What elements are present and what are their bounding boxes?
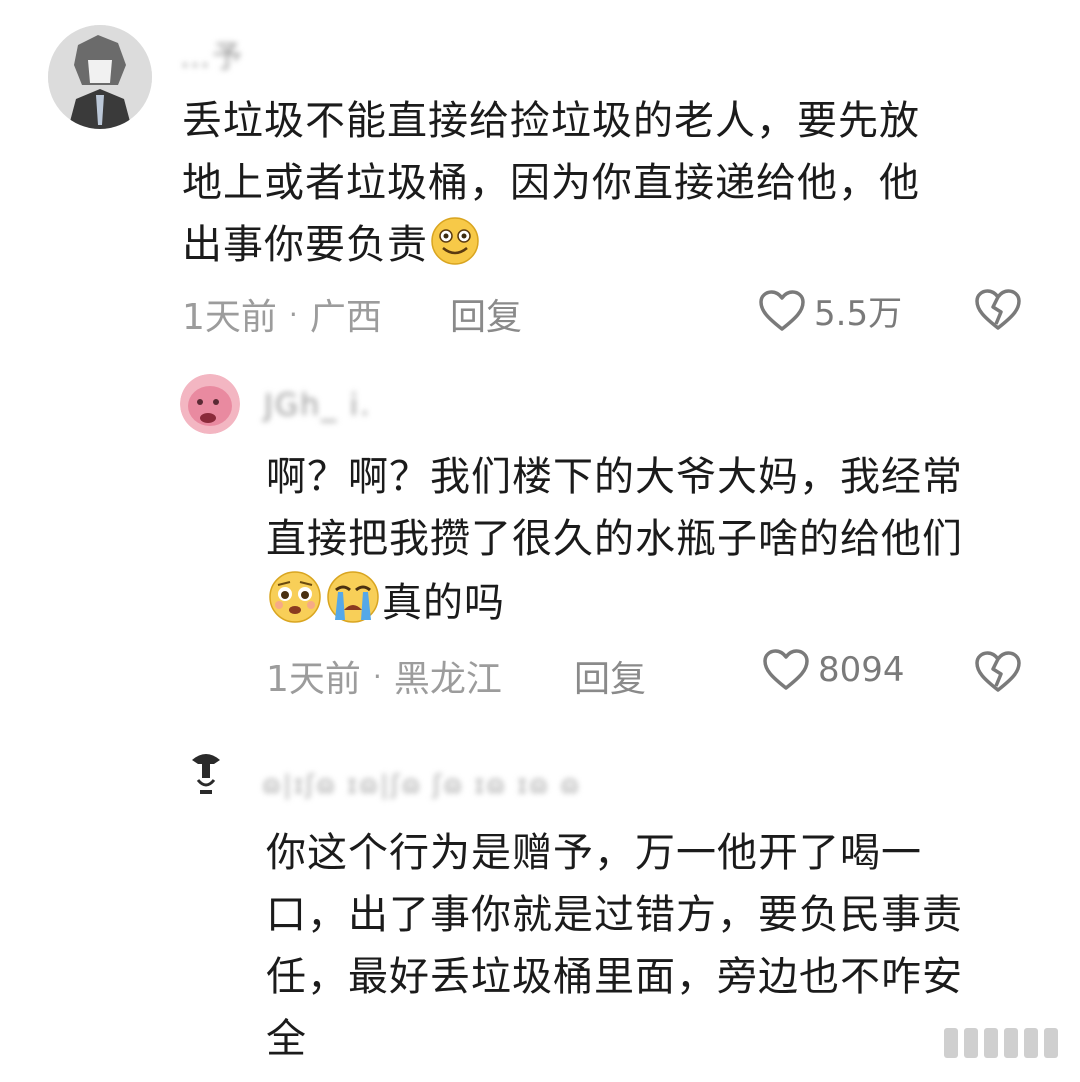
username[interactable]: ɷ|ɪʃɷ ɪɷ|ʃɷ ʃɷ ɪɷ ɪɷ ɷ <box>262 770 581 800</box>
avatar[interactable] <box>180 374 240 434</box>
timestamp: 1天前 <box>266 659 361 700</box>
comment-meta: 1天前 · 广西 <box>182 288 382 340</box>
pleading-emoji-icon <box>268 570 322 642</box>
dislike-button[interactable] <box>974 650 1022 698</box>
reply-button[interactable]: 回复 <box>450 288 522 340</box>
like-button[interactable]: 8094 <box>762 648 905 692</box>
comment-meta: 1天前 · 黑龙江 <box>266 650 502 702</box>
crying-emoji-icon <box>326 570 380 642</box>
comment-1: …予 丢垃圾不能直接给捡垃圾的老人，要先放 地上或者垃圾桶，因为你直接递给他，他… <box>0 0 1080 350</box>
like-button[interactable]: 5.5万 <box>758 286 902 335</box>
reply-button[interactable]: 回复 <box>574 650 646 702</box>
comment-2: JGh_ i. 啊？啊？我们楼下的大爷大妈，我经常 直接把我攒了很久的水瓶子啥的… <box>0 350 1080 720</box>
text-line: 地上或者垃圾桶，因为你直接递给他，他 <box>182 160 920 206</box>
timestamp: 1天前 <box>182 297 277 338</box>
avatar[interactable] <box>186 746 226 798</box>
like-count: 5.5万 <box>814 294 903 334</box>
separator-dot: · <box>372 659 382 693</box>
text-line: 出事你要负责 <box>182 214 1022 284</box>
watermark <box>944 1028 1058 1058</box>
like-count: 8094 <box>818 650 905 690</box>
comment-text: 你这个行为是赠予，万一他开了喝一 口，出了事你就是过错方，要负民事责 任，最好丢… <box>266 822 1046 1070</box>
watermark-bar <box>944 1028 958 1058</box>
username[interactable]: JGh_ i. <box>264 388 372 423</box>
text-fragment: 真的吗 <box>382 580 505 626</box>
watermark-bar <box>1004 1028 1018 1058</box>
text-line: 直接把我攒了很久的水瓶子啥的给他们 <box>266 516 963 562</box>
text-line: 任，最好丢垃圾桶里面，旁边也不咋安 <box>266 954 963 1000</box>
dislike-button[interactable] <box>974 288 1022 336</box>
avatar[interactable] <box>48 25 152 129</box>
text-line: 全 <box>266 1016 307 1062</box>
separator-dot: · <box>288 297 298 331</box>
text-line: 丢垃圾不能直接给捡垃圾的老人，要先放 <box>182 98 920 144</box>
text-fragment: 出事你要负责 <box>182 222 428 268</box>
broken-heart-icon <box>975 651 1021 692</box>
broken-heart-icon <box>975 289 1021 330</box>
watermark-bar <box>1044 1028 1058 1058</box>
text-line: 口，出了事你就是过错方，要负民事责 <box>266 892 963 938</box>
comment-text: 丢垃圾不能直接给捡垃圾的老人，要先放 地上或者垃圾桶，因为你直接递给他，他 出事… <box>182 90 1022 284</box>
comment-3: ɷ|ɪʃɷ ɪɷ|ʃɷ ʃɷ ɪɷ ɪɷ ɷ 你这个行为是赠予，万一他开了喝一 … <box>0 720 1080 1082</box>
watermark-bar <box>964 1028 978 1058</box>
watermark-bar <box>984 1028 998 1058</box>
heart-icon <box>763 649 809 690</box>
watermark-bar <box>1024 1028 1038 1058</box>
location: 广西 <box>309 297 382 338</box>
text-line: 啊？啊？我们楼下的大爷大妈，我经常 <box>266 454 963 500</box>
text-line: 你这个行为是赠予，万一他开了喝一 <box>266 830 922 876</box>
username[interactable]: …予 <box>180 32 244 76</box>
smile-emoji-icon <box>430 216 480 284</box>
text-line: 真的吗 <box>266 570 1046 642</box>
heart-icon <box>759 289 805 331</box>
location: 黑龙江 <box>393 659 502 700</box>
comment-text: 啊？啊？我们楼下的大爷大妈，我经常 直接把我攒了很久的水瓶子啥的给他们 真的吗 <box>266 446 1046 642</box>
